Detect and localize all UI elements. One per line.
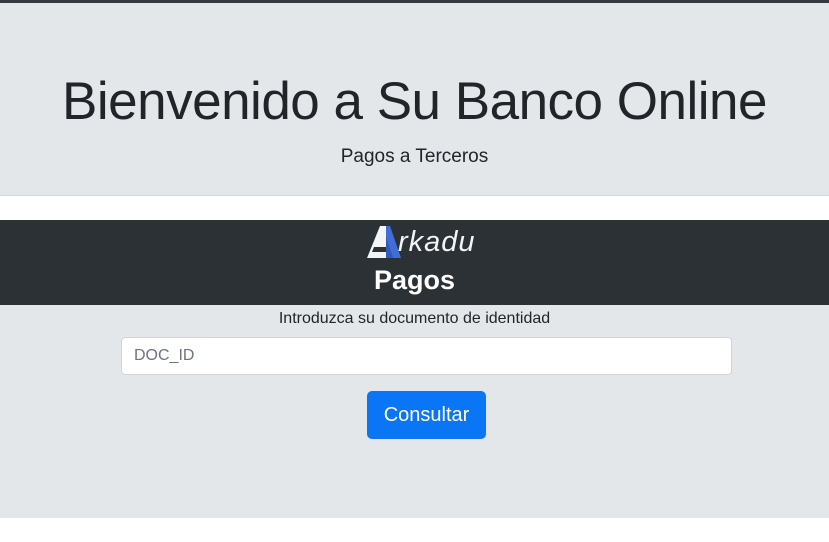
page-title: Bienvenido a Su Banco Online [62, 72, 767, 131]
document-id-input[interactable] [121, 337, 732, 375]
consultar-button[interactable]: Consultar [367, 391, 486, 439]
page-subtitle: Pagos a Terceros [340, 146, 489, 167]
document-label: Introduzca su documento de identidad [278, 310, 551, 327]
jumbotron: Bienvenido a Su Banco Online Pagos a Ter… [0, 3, 829, 196]
logo-text: rkadu [398, 226, 476, 258]
arkadu-logo: rkadu [366, 225, 488, 259]
section-title: Pagos [373, 265, 456, 295]
brand-band: rkadu Pagos [0, 220, 829, 305]
logo-a-mark-icon [367, 226, 401, 258]
payment-form: Introduzca su documento de identidad Con… [0, 305, 829, 518]
